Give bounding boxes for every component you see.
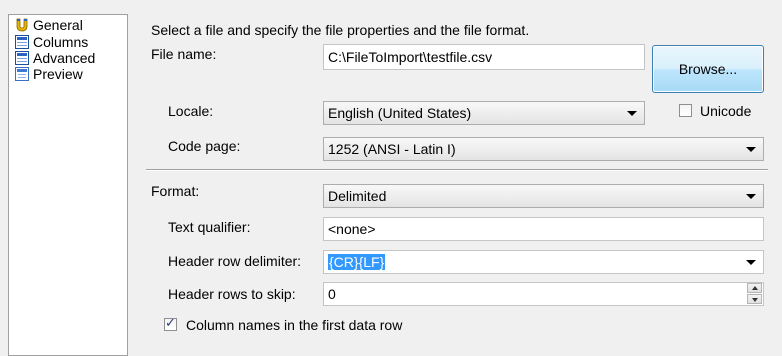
grid-icon bbox=[15, 51, 29, 65]
unicode-checkbox[interactable] bbox=[679, 104, 692, 117]
browse-button[interactable]: Browse... bbox=[652, 45, 764, 93]
header-rows-to-skip-label: Header rows to skip: bbox=[168, 286, 296, 302]
browse-button-label: Browse... bbox=[678, 61, 738, 77]
column-names-checkbox[interactable] bbox=[164, 315, 177, 331]
chevron-down-icon bbox=[746, 260, 756, 265]
spin-up-icon[interactable] bbox=[747, 283, 762, 293]
preview-icon bbox=[15, 67, 29, 81]
nav-item-label: Advanced bbox=[33, 50, 96, 66]
file-name-label: File name: bbox=[151, 46, 217, 62]
general-icon bbox=[15, 18, 29, 32]
header-rows-to-skip-input[interactable]: 0 bbox=[323, 282, 764, 306]
chevron-down-icon bbox=[746, 194, 756, 199]
nav-item-label: Columns bbox=[33, 34, 89, 50]
locale-value: English (United States) bbox=[328, 105, 472, 121]
unicode-label: Unicode bbox=[700, 103, 752, 119]
file-name-value: C:\FileToImport\testfile.csv bbox=[328, 49, 493, 65]
text-qualifier-label: Text qualifier: bbox=[168, 219, 251, 235]
header-row-delimiter-select[interactable]: {CR}{LF} bbox=[323, 250, 764, 274]
format-label: Format: bbox=[151, 183, 200, 199]
nav-item-label: Preview bbox=[33, 66, 83, 82]
nav-item-preview[interactable]: Preview bbox=[15, 66, 83, 82]
locale-select[interactable]: English (United States) bbox=[323, 101, 645, 125]
instructions-text: Select a file and specify the file prope… bbox=[151, 22, 530, 38]
nav-item-label: General bbox=[33, 17, 83, 33]
header-row-delimiter-label: Header row delimiter: bbox=[168, 253, 302, 269]
code-page-select[interactable]: 1252 (ANSI - Latin I) bbox=[323, 137, 764, 161]
code-page-label: Code page: bbox=[168, 138, 241, 154]
nav-item-general[interactable]: General bbox=[15, 17, 83, 33]
format-value: Delimited bbox=[328, 188, 387, 204]
text-qualifier-input[interactable]: <none> bbox=[323, 217, 764, 241]
chevron-down-icon bbox=[746, 147, 756, 152]
options-nav: General Columns Advanced Preview bbox=[8, 14, 128, 356]
header-row-delimiter-value: {CR}{LF} bbox=[328, 254, 386, 270]
section-divider bbox=[146, 169, 768, 171]
format-select[interactable]: Delimited bbox=[323, 184, 764, 208]
chevron-down-icon bbox=[627, 111, 637, 116]
column-names-label: Column names in the first data row bbox=[186, 317, 403, 333]
header-rows-to-skip-value: 0 bbox=[328, 286, 336, 302]
nav-item-advanced[interactable]: Advanced bbox=[15, 50, 95, 66]
spin-down-icon[interactable] bbox=[747, 294, 762, 304]
nav-item-columns[interactable]: Columns bbox=[15, 34, 88, 50]
text-qualifier-value: <none> bbox=[328, 221, 376, 237]
file-name-input[interactable]: C:\FileToImport\testfile.csv bbox=[323, 44, 645, 70]
code-page-value: 1252 (ANSI - Latin I) bbox=[328, 141, 456, 157]
grid-icon bbox=[15, 35, 29, 49]
rows-spinner bbox=[747, 283, 763, 305]
locale-label: Locale: bbox=[168, 103, 214, 119]
